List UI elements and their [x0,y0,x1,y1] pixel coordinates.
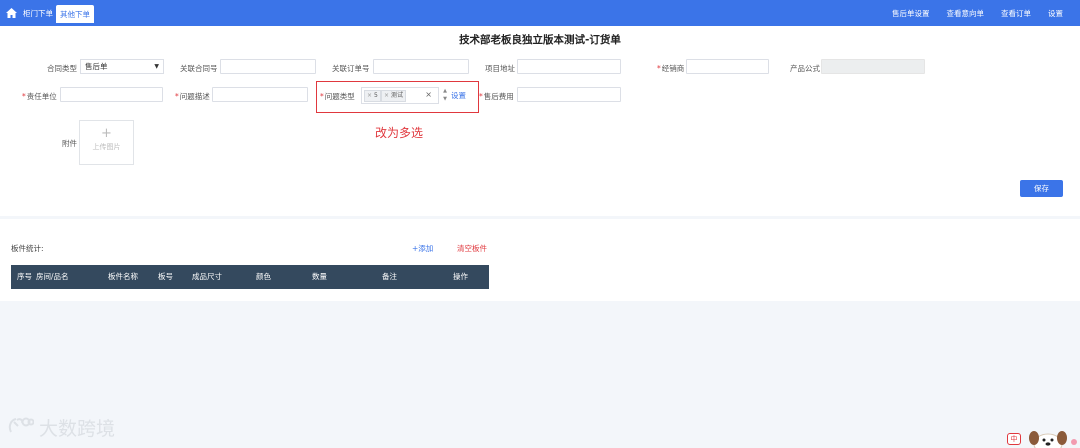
panel-list-section: 板件统计: +添加 清空板件 序号 房间/品名 板件名称 板号 成品尺寸 颜色 … [0,219,1080,301]
column-header: 序号 [17,272,32,281]
attachment-label: 附件 [62,139,77,148]
aftersale-fee-input[interactable] [517,87,621,102]
top-nav-bar: 柜门下单 其他下单 售后单设置 查看意向单 查看订单 设置 [0,0,1080,26]
dealer-input[interactable] [686,59,769,74]
related-contract-label: 关联合同号 [180,64,218,73]
contract-type-value: 售后单 [85,62,108,71]
home-icon[interactable] [2,0,20,26]
upload-image-label: 上传图片 [92,143,121,151]
problem-desc-input[interactable] [212,87,308,102]
dealer-label: 经销商 [661,64,685,73]
caret-down-icon: ▼ [154,63,159,70]
view-intent-orders-link[interactable]: 查看意向单 [947,8,985,19]
related-contract-input[interactable] [220,59,316,74]
plus-icon: + [101,126,112,141]
column-header: 颜色 [256,272,271,281]
aftersale-settings-link[interactable]: 售后单设置 [892,8,930,19]
project-address-label: 项目地址 [485,64,515,73]
annotation-note: 改为多选 [375,126,424,140]
panel-stat-label: 板件统计: [11,244,44,253]
column-header: 数量 [312,272,327,281]
save-button[interactable]: 保存 [1020,180,1063,197]
responsible-unit-label: 责任单位 [26,92,57,101]
watermark-logo-icon [8,417,35,439]
top-right-links: 售后单设置 查看意向单 查看订单 设置 [892,0,1080,26]
related-order-input[interactable] [373,59,469,74]
page-title: 技术部老板良独立版本测试-订货单 [459,34,621,46]
responsible-unit-input[interactable] [60,87,163,102]
panel-table-header: 序号 房间/品名 板件名称 板号 成品尺寸 颜色 数量 备注 操作 [11,265,489,289]
column-header: 板件名称 [108,272,138,281]
project-address-input[interactable] [517,59,621,74]
upload-image-button[interactable]: + 上传图片 [79,120,134,165]
annotation-highlight-box [316,81,479,113]
column-header: 备注 [382,272,397,281]
clear-panels-link[interactable]: 清空板件 [457,243,487,254]
column-header: 操作 [453,272,468,281]
column-header: 成品尺寸 [192,272,222,281]
product-formula-input[interactable] [821,59,925,74]
watermark-text: 大数跨境 [39,418,116,440]
add-panel-link[interactable]: +添加 [412,243,433,254]
order-form: 技术部老板良独立版本测试-订货单 合同类型 售后单 ▼ 关联合同号 关联订单号 … [0,26,1080,216]
column-header: 板号 [158,272,173,281]
contract-type-select[interactable]: 售后单 ▼ [80,59,164,74]
tab-cabinet-door-order[interactable]: 柜门下单 [20,0,56,26]
problem-desc-label: 问题描述 [179,92,210,101]
tab-other-order[interactable]: 其他下单 [56,5,94,23]
contract-type-label: 合同类型 [47,64,77,73]
column-header: 房间/品名 [36,272,69,281]
ime-indicator[interactable]: 中 [1007,433,1021,445]
product-formula-label: 产品公式 [790,64,820,73]
settings-link[interactable]: 设置 [1048,8,1063,19]
aftersale-fee-label: 售后费用 [483,92,514,101]
related-order-label: 关联订单号 [332,64,370,73]
view-orders-link[interactable]: 查看订单 [1001,8,1031,19]
watermark: 大数跨境 [8,414,115,441]
